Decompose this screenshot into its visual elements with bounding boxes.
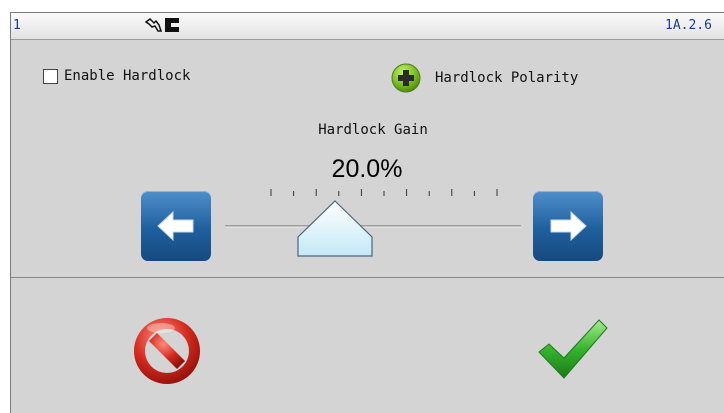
hand-print-icon (144, 16, 189, 38)
dialog-panel: 1 1A.2.6 Enable Hardlock Hardlock Polari… (10, 12, 724, 413)
increase-gain-button[interactable] (533, 191, 603, 261)
gain-value: 20.0% (331, 155, 403, 183)
checkmark-icon (538, 319, 608, 379)
enable-hardlock-option[interactable]: Enable Hardlock (43, 68, 190, 84)
cancel-button[interactable] (131, 315, 203, 387)
arrow-right-icon (550, 210, 587, 242)
hardlock-polarity-label: Hardlock Polarity (435, 70, 579, 86)
slider-thumb[interactable] (297, 199, 373, 257)
divider (11, 277, 724, 278)
version-label: 1A.2.6 (665, 18, 712, 33)
gain-slider[interactable] (221, 183, 533, 263)
status-channel: 1 (13, 18, 21, 33)
arrow-left-icon (157, 210, 194, 242)
decrease-gain-button[interactable] (141, 191, 211, 261)
plus-circle-icon[interactable] (391, 63, 421, 93)
enable-hardlock-label: Enable Hardlock (64, 68, 191, 84)
ok-button[interactable] (537, 318, 609, 382)
enable-hardlock-checkbox[interactable] (43, 68, 58, 84)
gain-title: Hardlock Gain (318, 122, 428, 138)
hardlock-polarity-button[interactable]: Hardlock Polarity (391, 63, 578, 93)
status-bar: 1 1A.2.6 (11, 13, 724, 40)
no-entry-icon (134, 318, 200, 384)
slider-ticks (270, 189, 498, 196)
